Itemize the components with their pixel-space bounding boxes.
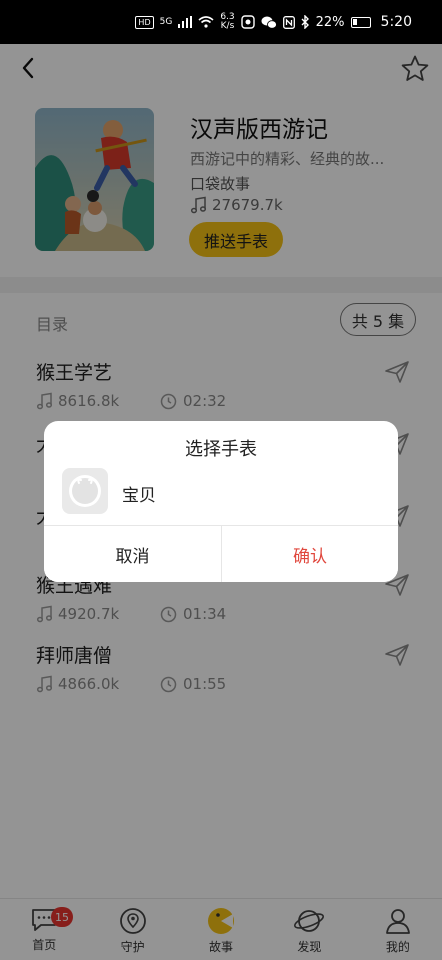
battery-percent: 22% bbox=[315, 14, 345, 30]
dialog-title: 选择手表 bbox=[185, 439, 257, 460]
watch-name[interactable]: 宝贝 bbox=[122, 481, 156, 506]
network-type: 5G bbox=[159, 16, 173, 27]
net-speed: 6.3 K/s bbox=[220, 13, 234, 31]
wechat-icon bbox=[261, 16, 277, 29]
hd-indicator: HD bbox=[135, 15, 154, 29]
wifi-icon bbox=[198, 16, 214, 28]
bluetooth-icon bbox=[301, 15, 309, 29]
select-watch-dialog: 选择手表 宝贝 取消 确认 bbox=[44, 421, 398, 582]
nfc-icon bbox=[282, 15, 295, 29]
watch-avatar[interactable] bbox=[62, 468, 108, 514]
signal-icon bbox=[178, 16, 193, 28]
net-speed-unit: K/s bbox=[220, 21, 235, 31]
confirm-button[interactable]: 确认 bbox=[221, 526, 398, 582]
clock-time: 5:20 bbox=[380, 14, 412, 30]
battery-icon bbox=[350, 16, 371, 28]
cancel-button[interactable]: 取消 bbox=[44, 526, 221, 582]
app-notification-icon bbox=[240, 15, 255, 29]
default-avatar-icon bbox=[69, 475, 101, 507]
status-bar: HD 5G 6.3 K/s 22% 5:20 bbox=[0, 0, 442, 44]
